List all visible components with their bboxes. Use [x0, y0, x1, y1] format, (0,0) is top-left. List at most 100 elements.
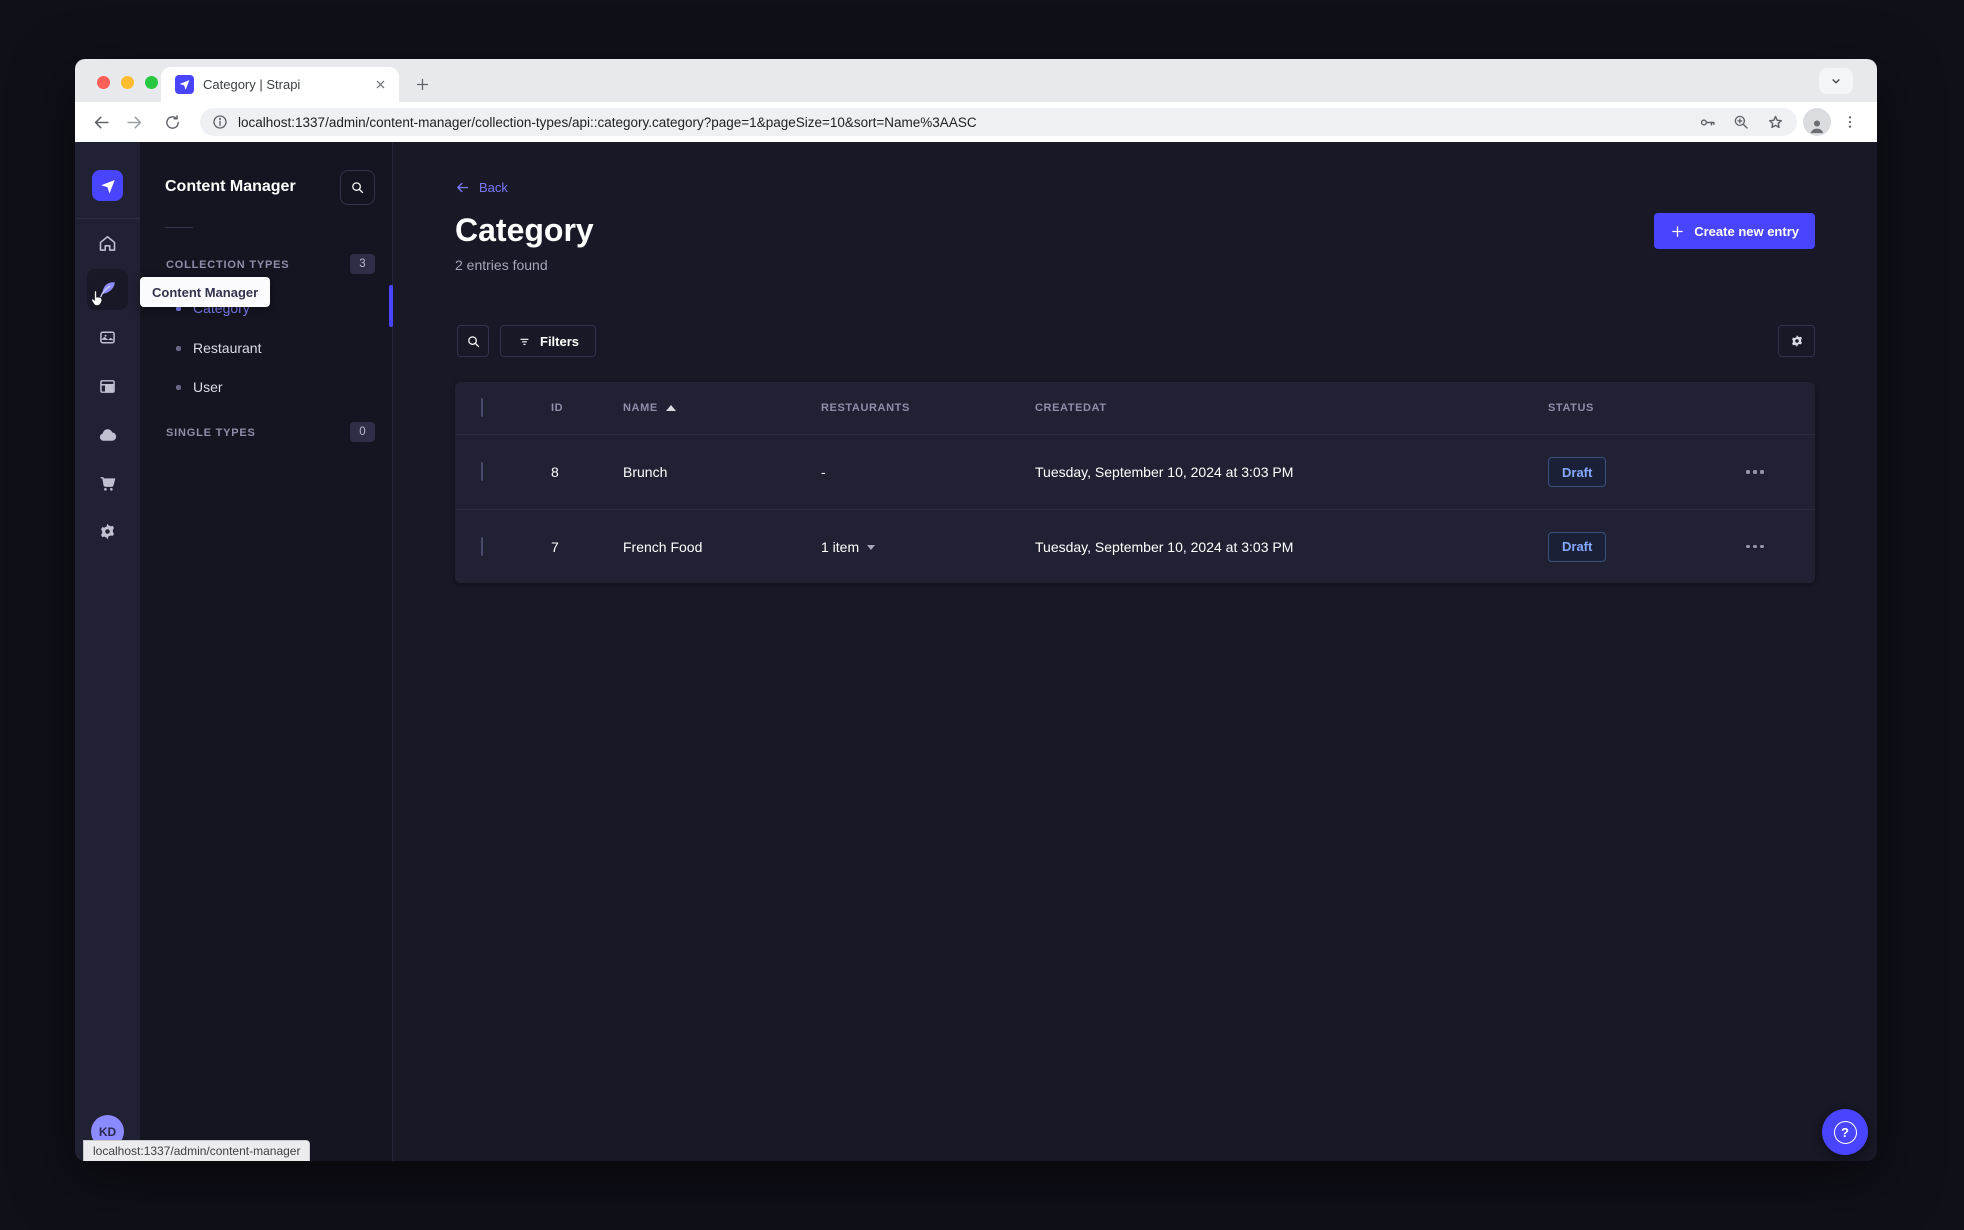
cell-restaurants: -	[821, 464, 826, 480]
column-header-createdat[interactable]: CREATEDAT	[1011, 402, 1524, 414]
filters-button[interactable]: Filters	[500, 325, 597, 357]
home-icon	[99, 235, 116, 251]
browser-reload-button[interactable]	[159, 109, 185, 135]
cell-createdat: Tuesday, September 10, 2024 at 3:03 PM	[1035, 464, 1294, 480]
site-info-icon[interactable]	[210, 112, 230, 132]
bookmark-star-icon[interactable]	[1765, 112, 1785, 132]
rail-divider	[75, 218, 140, 219]
tab-search-button[interactable]	[1819, 68, 1853, 94]
back-arrow-icon	[457, 182, 469, 193]
gear-icon	[1791, 335, 1802, 347]
column-header-name[interactable]: NAME	[599, 402, 797, 414]
column-header-restaurants[interactable]: RESTAURANTS	[797, 402, 1011, 414]
content-type-builder-icon	[100, 380, 115, 393]
search-icon	[467, 335, 479, 347]
help-button[interactable]: ?	[1822, 1109, 1868, 1155]
row-actions-menu-button[interactable]	[1728, 544, 1815, 549]
user-initials: KD	[98, 1124, 117, 1139]
strapi-logo[interactable]	[92, 170, 123, 201]
cell-id: 7	[551, 538, 559, 555]
subnav-divider	[165, 227, 193, 228]
cell-createdat: Tuesday, September 10, 2024 at 3:03 PM	[1035, 538, 1294, 555]
window-controls	[97, 76, 158, 89]
content-manager-tooltip: Content Manager	[140, 277, 271, 307]
select-all-checkbox[interactable]	[481, 398, 483, 417]
cell-id: 8	[551, 464, 559, 480]
strapi-favicon-icon	[175, 75, 194, 94]
window-minimize-button[interactable]	[121, 76, 134, 89]
browser-toolbar: localhost:1337/admin/content-manager/col…	[75, 102, 1877, 142]
status-badge: Draft	[1548, 457, 1607, 487]
create-new-entry-button[interactable]: Create new entry	[1654, 213, 1815, 249]
nav-media-library-button[interactable]	[87, 317, 128, 358]
bullet-icon	[176, 345, 181, 351]
single-types-count: 0	[350, 422, 375, 442]
sidebar-item-label: Restaurant	[193, 340, 262, 356]
nav-settings-button[interactable]	[87, 511, 128, 552]
search-icon	[352, 182, 364, 194]
collection-types-count: 3	[350, 254, 375, 274]
browser-tab[interactable]: Category | Strapi	[161, 67, 399, 102]
strapi-app: KD Content Manager COLLECTION TYPES 3 Ca…	[75, 142, 1877, 1161]
browser-profile-button[interactable]	[1803, 108, 1831, 136]
cell-name: French Food	[623, 538, 703, 555]
row-checkbox[interactable]	[481, 536, 483, 556]
table-header-row: ID NAME RESTAURANTS CREATEDAT STATUS	[455, 382, 1815, 435]
bullet-icon	[176, 384, 181, 390]
browser-back-button[interactable]	[88, 109, 114, 135]
create-new-entry-label: Create new entry	[1694, 223, 1799, 239]
sidebar-item-label: User	[193, 379, 223, 395]
row-actions-menu-button[interactable]	[1728, 470, 1815, 474]
table-row[interactable]: 8 Brunch - Tuesday, September 10, 2024 a…	[455, 435, 1815, 509]
window-zoom-button[interactable]	[145, 76, 158, 89]
entries-count: 2 entries found	[455, 257, 548, 273]
cloud-icon	[99, 429, 117, 441]
table-search-button[interactable]	[457, 325, 489, 357]
plus-icon	[1672, 225, 1684, 237]
url-bar[interactable]: localhost:1337/admin/content-manager/col…	[200, 108, 1797, 136]
media-library-icon	[100, 331, 115, 344]
subnav-title: Content Manager	[165, 178, 296, 195]
cell-name: Brunch	[623, 464, 668, 480]
link-status-bubble: localhost:1337/admin/content-manager	[83, 1140, 311, 1161]
back-link[interactable]: Back	[455, 180, 508, 195]
main-content: Back Category 2 entries found Create new…	[393, 142, 1877, 1161]
sidebar-item-restaurant[interactable]: Restaurant	[140, 330, 393, 366]
tab-strip: Category | Strapi	[75, 59, 1877, 102]
browser-menu-button[interactable]	[1837, 109, 1863, 135]
tab-title: Category | Strapi	[203, 77, 301, 92]
filter-icon	[520, 338, 529, 345]
view-settings-button[interactable]	[1778, 325, 1815, 357]
table-row[interactable]: 7 French Food 1 item Tuesday, September …	[455, 509, 1815, 583]
sidebar-item-user[interactable]: User	[140, 369, 393, 405]
question-mark-icon: ?	[1833, 1120, 1857, 1144]
browser-window: Category | Strapi localhost:1337/admin/c…	[75, 59, 1877, 1161]
window-close-button[interactable]	[97, 76, 110, 89]
marketplace-cart-icon	[100, 477, 116, 491]
chevron-down-icon	[867, 545, 876, 550]
status-badge: Draft	[1548, 531, 1607, 562]
filters-label: Filters	[540, 333, 580, 349]
column-header-id[interactable]: ID	[527, 402, 599, 414]
new-tab-button[interactable]	[409, 71, 435, 97]
entries-table: ID NAME RESTAURANTS CREATEDAT STATUS 8 B…	[455, 382, 1815, 583]
tab-close-icon[interactable]	[371, 76, 389, 94]
nav-home-button[interactable]	[87, 223, 128, 264]
row-checkbox[interactable]	[481, 462, 483, 481]
zoom-page-icon[interactable]	[1731, 112, 1751, 132]
subnav-search-button[interactable]	[340, 170, 375, 205]
browser-forward-button[interactable]	[121, 109, 147, 135]
url-text[interactable]: localhost:1337/admin/content-manager/col…	[238, 115, 1687, 130]
nav-content-type-builder-button[interactable]	[87, 366, 128, 407]
sort-ascending-icon	[665, 405, 676, 411]
page-title: Category	[455, 212, 594, 248]
restaurants-dropdown[interactable]: 1 item	[821, 539, 1011, 555]
password-manager-icon[interactable]	[1697, 112, 1717, 132]
hand-cursor-icon	[91, 290, 103, 307]
column-header-status[interactable]: STATUS	[1524, 402, 1728, 414]
collection-types-label: COLLECTION TYPES	[166, 259, 290, 271]
main-nav-rail: KD	[75, 142, 140, 1161]
back-label: Back	[479, 180, 508, 195]
nav-marketplace-button[interactable]	[87, 463, 128, 504]
nav-cloud-button[interactable]	[87, 415, 128, 456]
